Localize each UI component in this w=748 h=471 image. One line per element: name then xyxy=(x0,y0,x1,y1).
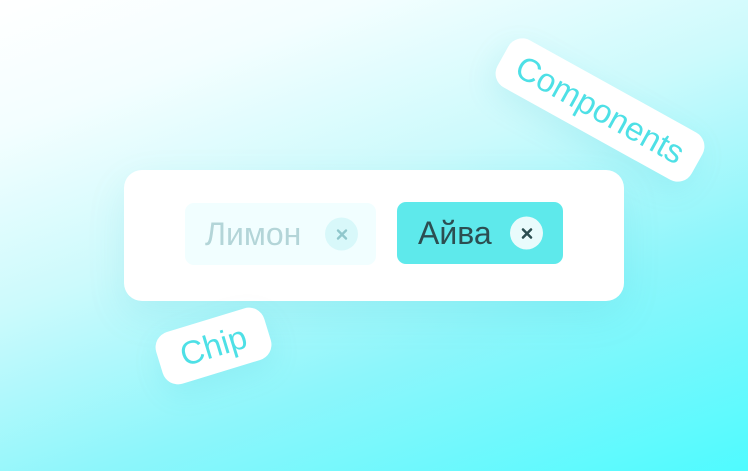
canvas-background: Components Лимон Айва Chip xyxy=(0,0,748,471)
chip-tag-label: Chip xyxy=(175,317,252,374)
chip-tag: Chip xyxy=(151,303,276,389)
chip-aiva[interactable]: Айва xyxy=(397,202,563,264)
chip-aiva-label: Айва xyxy=(418,215,492,251)
chip-limon-label: Лимон xyxy=(205,216,302,252)
close-icon xyxy=(325,217,358,251)
chip-limon: Лимон xyxy=(185,203,376,265)
close-icon[interactable] xyxy=(510,216,543,250)
components-tag: Components xyxy=(489,32,711,188)
components-tag-label: Components xyxy=(509,48,692,172)
chip-card: Лимон Айва xyxy=(124,170,624,301)
